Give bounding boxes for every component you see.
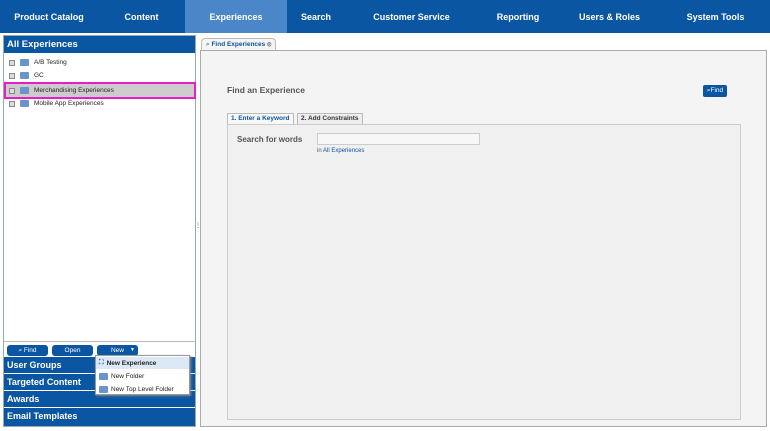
search-label: Search for words: [237, 135, 303, 144]
menu-label: New Folder: [111, 372, 145, 380]
new-label: New: [110, 347, 124, 354]
tree-item-label: Mobile App Experiences: [34, 100, 104, 107]
nav-system-tools[interactable]: System Tools: [661, 0, 770, 33]
tab-label: Find Experiences: [211, 41, 266, 48]
folder-icon: [20, 59, 29, 66]
tree-item[interactable]: A/B Testing: [6, 56, 194, 69]
menu-new-experience[interactable]: ⛶ New Experience: [96, 357, 189, 369]
open-button[interactable]: Open: [52, 345, 93, 356]
nav-search[interactable]: Search: [287, 0, 345, 33]
expand-icon[interactable]: [9, 72, 15, 79]
tree-item[interactable]: Mobile App Experiences: [6, 97, 194, 110]
menu-new-top-level-folder[interactable]: New Top Level Folder: [96, 383, 189, 395]
menu-new-folder[interactable]: New Folder: [96, 370, 189, 382]
folder-icon: [20, 72, 29, 79]
expand-icon[interactable]: [9, 59, 15, 66]
menu-label: New Experience: [106, 359, 157, 367]
tree-item-label: GC: [34, 72, 44, 79]
search-scope: in All Experiences: [317, 148, 364, 154]
experience-icon: ⛶: [99, 359, 104, 366]
search-input[interactable]: [317, 133, 480, 145]
nav-product-catalog[interactable]: Product Catalog: [0, 0, 98, 33]
search-icon: ⌕: [206, 41, 210, 48]
folder-icon: [99, 385, 108, 393]
tree-item-selected[interactable]: Merchandising Experiences: [4, 82, 196, 99]
expand-icon[interactable]: [9, 87, 15, 94]
nav-users-roles[interactable]: Users & Roles: [558, 0, 661, 33]
folder-icon: [99, 372, 108, 380]
tab-add-constraints[interactable]: 2. Add Constraints: [297, 113, 363, 124]
folder-icon: [20, 100, 29, 107]
find-submit-button[interactable]: ⌕Find: [703, 85, 727, 97]
tree-item-label: Merchandising Experiences: [34, 87, 114, 94]
new-dropdown-menu: ⛶ New Experience New Folder New Top Level…: [95, 355, 190, 395]
page-title: Find an Experience: [227, 85, 305, 95]
main-panel: ⌕ Find Experiences ⊗ Find an Experience …: [198, 35, 768, 427]
panel-title: All Experiences: [4, 36, 195, 53]
nav-content[interactable]: Content: [98, 0, 185, 33]
keyword-panel: Search for words in All Experiences: [227, 124, 741, 420]
folder-icon: [20, 87, 29, 94]
scope-link[interactable]: All Experiences: [323, 148, 364, 154]
top-nav: Product Catalog Content Experiences Sear…: [0, 0, 770, 33]
tree-item-label: A/B Testing: [34, 59, 67, 66]
tab-find-experiences[interactable]: ⌕ Find Experiences ⊗: [201, 38, 277, 50]
tree-item[interactable]: GC: [6, 69, 194, 82]
find-label: Find: [23, 347, 37, 354]
find-content: Find an Experience ⌕Find 1. Enter a Keyw…: [200, 50, 767, 427]
find-label: Find: [710, 87, 724, 94]
close-icon[interactable]: ⊗: [267, 41, 271, 48]
nav-customer-service[interactable]: Customer Service: [345, 0, 478, 33]
tab-enter-keyword[interactable]: 1. Enter a Keyword: [227, 113, 294, 124]
find-button[interactable]: ⌕ Find: [7, 345, 48, 356]
nav-reporting[interactable]: Reporting: [478, 0, 558, 33]
nav-experiences[interactable]: Experiences: [185, 0, 287, 33]
expand-icon[interactable]: [9, 100, 15, 107]
menu-label: New Top Level Folder: [111, 385, 174, 393]
panel-toolbar: ⌕ Find Open New ▼: [4, 341, 195, 356]
scope-prefix: in: [317, 148, 322, 154]
section-email-templates[interactable]: Email Templates: [4, 407, 195, 426]
